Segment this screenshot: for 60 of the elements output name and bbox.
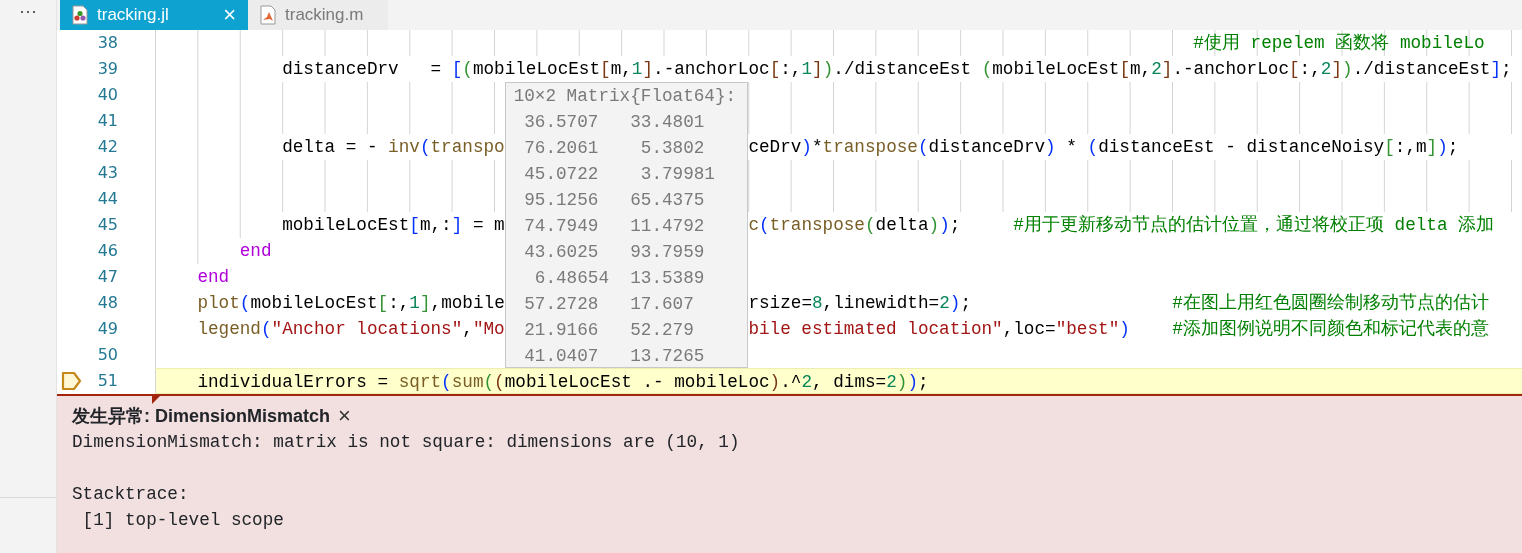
code-line: plot(mobileLocEst[:,1],mobile bbox=[197, 292, 505, 315]
matrix-value: 45.0722 bbox=[524, 163, 599, 186]
code-line: distanceDrv = [(mobileLocEst[m,1].-anchorLoc[:,1])./distanceEst (mobileLocEst[m,2].-anchorLoc[:,2])./distanceEst]; bbox=[282, 58, 1512, 81]
matlab-file-icon bbox=[260, 5, 276, 25]
line-number: 48 bbox=[96, 292, 118, 314]
code-line: rsize=8,linewidth=2); #在图上用红色圆圈绘制移动节点的估计 bbox=[748, 292, 1489, 315]
matrix-value: 33.4801 bbox=[630, 111, 705, 134]
line-number: 47 bbox=[96, 266, 118, 288]
line-number: 50 bbox=[96, 344, 118, 366]
line-number: 43 bbox=[96, 162, 118, 184]
exception-title: 发生异常: DimensionMismatch bbox=[72, 404, 331, 428]
matrix-value: 52.279 bbox=[630, 319, 694, 342]
matrix-value: 95.1256 bbox=[524, 189, 599, 212]
editor-tab[interactable]: tracking.m bbox=[248, 0, 388, 30]
stacktrace-label: Stacktrace: bbox=[72, 483, 190, 506]
code-line: legend("Anchor locations","Mo bbox=[197, 318, 505, 341]
matrix-value: 41.0407 bbox=[524, 345, 599, 368]
code-line: #使用 repelem 函数将 mobileLo bbox=[1193, 32, 1485, 55]
exception-message: DimensionMismatch: matrix is not square: dimensions are (10, 1) bbox=[72, 431, 741, 454]
code-line: end bbox=[239, 240, 272, 263]
matrix-value: 93.7959 bbox=[630, 241, 705, 264]
matrix-value: 5.3802 bbox=[640, 137, 705, 160]
matrix-value: 13.7265 bbox=[630, 345, 705, 368]
matrix-value: 13.5389 bbox=[630, 267, 705, 290]
line-number: 40 bbox=[96, 84, 118, 106]
line-number: 38 bbox=[96, 32, 118, 54]
matrix-value: 6.48654 bbox=[534, 267, 609, 290]
matrix-value: 76.2061 bbox=[524, 137, 599, 160]
julia-file-icon bbox=[72, 5, 88, 25]
close-tab-button[interactable]: × bbox=[223, 4, 236, 26]
matrix-value: 74.7949 bbox=[524, 215, 599, 238]
debug-pointer-icon bbox=[61, 371, 83, 391]
matrix-value: 36.5707 bbox=[524, 111, 599, 134]
code-line: ceDrv)*transpose(distanceDrv) * (distanceEst - distanceNoisy[:,m]); bbox=[748, 136, 1459, 159]
line-number: 41 bbox=[96, 110, 118, 132]
editor-tab[interactable]: tracking.jl × bbox=[60, 0, 248, 30]
line-number: 44 bbox=[96, 188, 118, 210]
line-number: 46 bbox=[96, 240, 118, 262]
code-line: c(transpose(delta)); #用于更新移动节点的估计位置，通过将校正项 delta 添加 bbox=[748, 214, 1495, 237]
line-number: 42 bbox=[96, 136, 118, 158]
line-number: 45 bbox=[96, 214, 118, 236]
code-line: bile estimated location",loc="best") #添加图例说明不同颜色和标记代表的意 bbox=[748, 318, 1489, 341]
matrix-value: 65.4375 bbox=[630, 189, 705, 212]
close-button[interactable]: × bbox=[338, 405, 351, 427]
code-line: delta = - inv(transpo bbox=[282, 136, 505, 159]
stack-frame: [1] top-level scope bbox=[72, 507, 1507, 533]
matrix-value: 11.4792 bbox=[630, 215, 705, 238]
code-line: individualErrors = sqrt(sum((mobileLocEst .- mobileLoc).^2, dims=2)); bbox=[197, 371, 929, 393]
line-number: 49 bbox=[96, 318, 118, 340]
tooltip-title: 10×2 Matrix{Float64}: bbox=[513, 85, 737, 108]
more-menu[interactable]: ··· bbox=[19, 1, 37, 21]
matrix-value: 57.2728 bbox=[524, 293, 599, 316]
line-number: 39 bbox=[96, 58, 118, 80]
matrix-value: 43.6025 bbox=[524, 241, 599, 264]
code-line: end bbox=[197, 266, 230, 289]
code-line: mobileLocEst[m,:] = m bbox=[282, 214, 505, 237]
matrix-value: 21.9166 bbox=[524, 319, 599, 342]
matrix-value: 17.607 bbox=[630, 293, 694, 316]
line-number: 51 bbox=[96, 370, 118, 392]
matrix-value: 3.79981 bbox=[640, 163, 715, 186]
